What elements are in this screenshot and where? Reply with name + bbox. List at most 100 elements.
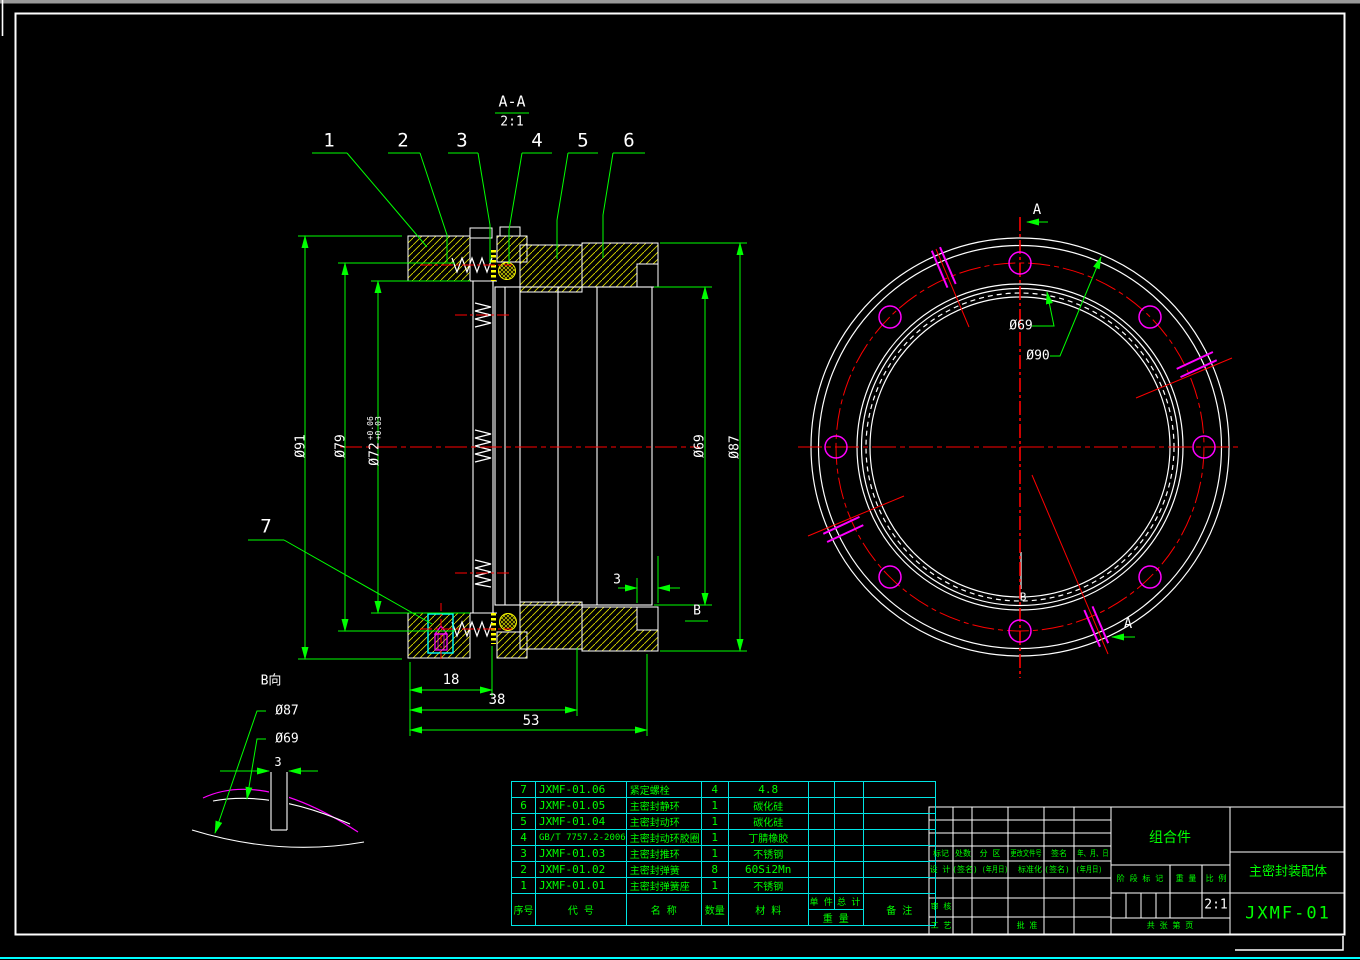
dimension-lines bbox=[298, 235, 747, 736]
callout-2: 2 bbox=[397, 129, 409, 152]
bom-qty: 1 bbox=[700, 877, 729, 894]
bom-part-name: 紧定螺栓 bbox=[625, 781, 702, 798]
bom-code: JXMF-01.04 bbox=[535, 813, 627, 830]
bom-qty: 1 bbox=[700, 845, 729, 862]
bom-header-total: 总 计 bbox=[833, 893, 864, 910]
bom-row: 6 JXMF-01.05 主密封静环 1 碳化硅 bbox=[511, 797, 936, 814]
tb-stage-mark: 阶 段 标 记 bbox=[1116, 874, 1164, 883]
view-b-arrow-label: B bbox=[693, 603, 701, 619]
bom-row: 5 JXMF-01.04 主密封动环 1 碳化硅 bbox=[511, 813, 936, 830]
tb-rev-zone: 分 区 bbox=[979, 849, 1001, 858]
bom-part-name: 主密封动环胶圈 bbox=[625, 829, 702, 846]
dim-dia72-tolerances: +0.06 +0.03 bbox=[366, 416, 383, 441]
callout-6: 6 bbox=[623, 129, 635, 152]
bom-part-name: 主密封推环 bbox=[625, 845, 702, 862]
tb-design: 设 计 bbox=[929, 865, 951, 874]
bom-material: 不锈钢 bbox=[727, 877, 809, 894]
tb-standard-sign: (签名) bbox=[1044, 865, 1070, 874]
bom-no: 6 bbox=[511, 797, 536, 814]
section-view bbox=[248, 112, 747, 736]
bom-no: 5 bbox=[511, 813, 536, 830]
dim-len3-notch: 3 bbox=[613, 572, 621, 588]
bom-row: 7 JXMF-01.06 紧定螺栓 4 4.8 bbox=[511, 781, 936, 798]
tb-standard: 标准化 bbox=[1018, 865, 1042, 874]
tb-design-sign: (签名) bbox=[952, 865, 978, 874]
bom-row: 3 JXMF-01.03 主密封推环 1 不锈钢 bbox=[511, 845, 936, 862]
circular-view bbox=[798, 217, 1242, 678]
section-mark-a-top: A bbox=[1032, 202, 1042, 218]
detail-b-len3: 3 bbox=[274, 755, 282, 769]
bom-code: JXMF-01.03 bbox=[535, 845, 627, 862]
dim-len53: 53 bbox=[522, 713, 540, 729]
bom-header-no: 序号 bbox=[511, 893, 536, 926]
callout-3: 3 bbox=[456, 129, 468, 152]
bom-material: 碳化硅 bbox=[727, 813, 809, 830]
bom-part-name: 主密封弹簧座 bbox=[625, 877, 702, 894]
tb-rev-mark: 标记 bbox=[933, 849, 949, 858]
bom-code: JXMF-01.01 bbox=[535, 877, 627, 894]
tb-rev-sign: 签名 bbox=[1051, 849, 1067, 858]
dim-len18: 18 bbox=[442, 672, 460, 688]
bom-no: 3 bbox=[511, 845, 536, 862]
bom-header-unit: 单 件 bbox=[807, 893, 835, 910]
bom-no: 2 bbox=[511, 861, 536, 878]
detail-b-dia87: Ø87 bbox=[275, 703, 299, 719]
view-b-mark-circular: B bbox=[1019, 590, 1027, 604]
bom-no: 7 bbox=[511, 781, 536, 798]
tb-weight: 重 量 bbox=[1175, 874, 1197, 883]
bom-material: 碳化硅 bbox=[727, 797, 809, 814]
bom-part-name: 主密封静环 bbox=[625, 797, 702, 814]
callout-5: 5 bbox=[577, 129, 589, 152]
bom-header-material: 材 料 bbox=[727, 893, 809, 926]
bom-code: JXMF-01.06 bbox=[535, 781, 627, 798]
bom-no: 1 bbox=[511, 877, 536, 894]
dim-dia90-circular: Ø90 bbox=[1026, 348, 1050, 364]
tb-design-date: (年月日) bbox=[981, 865, 1009, 874]
bom-row: 4 GB/T 7757.2-2006 主密封动环胶圈 1 丁腈橡胶 bbox=[511, 829, 936, 846]
tb-standard-date: (年月日) bbox=[1075, 865, 1103, 874]
bom-material: 60Si2Mn bbox=[727, 861, 809, 878]
tb-rev-date: 年、月、日 bbox=[1077, 849, 1109, 858]
section-scale: 2:1 bbox=[500, 114, 524, 130]
bom-qty: 1 bbox=[700, 829, 729, 846]
dim-dia72-tol: Ø72 +0.06 +0.03 bbox=[366, 416, 383, 466]
bom-code: JXMF-01.05 bbox=[535, 797, 627, 814]
bom-header-qty: 数量 bbox=[700, 893, 729, 926]
tb-part-name: 主密封装配体 bbox=[1248, 864, 1328, 880]
detail-b-dia69: Ø69 bbox=[275, 731, 299, 747]
dim-dia87-section: Ø87 bbox=[727, 435, 743, 459]
bom-row: 2 JXMF-01.02 主密封弹簧 8 60Si2Mn bbox=[511, 861, 936, 878]
bom-qty: 8 bbox=[700, 861, 729, 878]
dim-dia69-section: Ø69 bbox=[692, 434, 708, 458]
callout-7: 7 bbox=[260, 515, 272, 538]
tb-scale-label: 比 例 bbox=[1205, 874, 1227, 883]
callout-leaders bbox=[248, 112, 645, 625]
tb-check: 审 核 bbox=[930, 902, 952, 911]
callout-4: 4 bbox=[531, 129, 543, 152]
bom-table: 7 JXMF-01.06 紧定螺栓 4 4.8 6 JXMF-01.05 主密封静环 1 碳化硅… bbox=[511, 781, 936, 926]
bom-no: 4 bbox=[511, 829, 536, 846]
bom-header-name: 名 称 bbox=[625, 893, 702, 926]
tb-part-type: 组合件 bbox=[1149, 830, 1191, 846]
tb-sheet-note: 共 张 第 页 bbox=[1146, 921, 1194, 930]
bom-material: 4.8 bbox=[727, 781, 809, 798]
drawing-sheet: { "sheet": { "colors": { "dimension_gree… bbox=[0, 0, 1360, 960]
bom-qty: 4 bbox=[700, 781, 729, 798]
callout-1: 1 bbox=[323, 129, 335, 152]
bom-row: 1 JXMF-01.01 主密封弹簧座 1 不锈钢 bbox=[511, 877, 936, 894]
dim-len38: 38 bbox=[488, 692, 506, 708]
bom-header-remark: 备 注 bbox=[862, 893, 936, 926]
bom-code: JXMF-01.02 bbox=[535, 861, 627, 878]
bom-material: 丁腈橡胶 bbox=[727, 829, 809, 846]
bom-material: 不锈钢 bbox=[727, 845, 809, 862]
dim-dia79: Ø79 bbox=[333, 434, 349, 458]
tb-process: 工 艺 bbox=[930, 921, 952, 930]
bom-qty: 1 bbox=[700, 797, 729, 814]
tb-rev-count: 处数 bbox=[955, 849, 971, 858]
section-title: A-A bbox=[498, 92, 526, 111]
tb-rev-docno: 更改文件号 bbox=[1010, 849, 1042, 858]
tb-scale-value: 2:1 bbox=[1204, 897, 1228, 913]
bom-header-code: 代 号 bbox=[535, 893, 627, 926]
section-mark-a-bottom: A bbox=[1123, 616, 1133, 632]
dim-dia72: Ø72 bbox=[367, 442, 383, 466]
